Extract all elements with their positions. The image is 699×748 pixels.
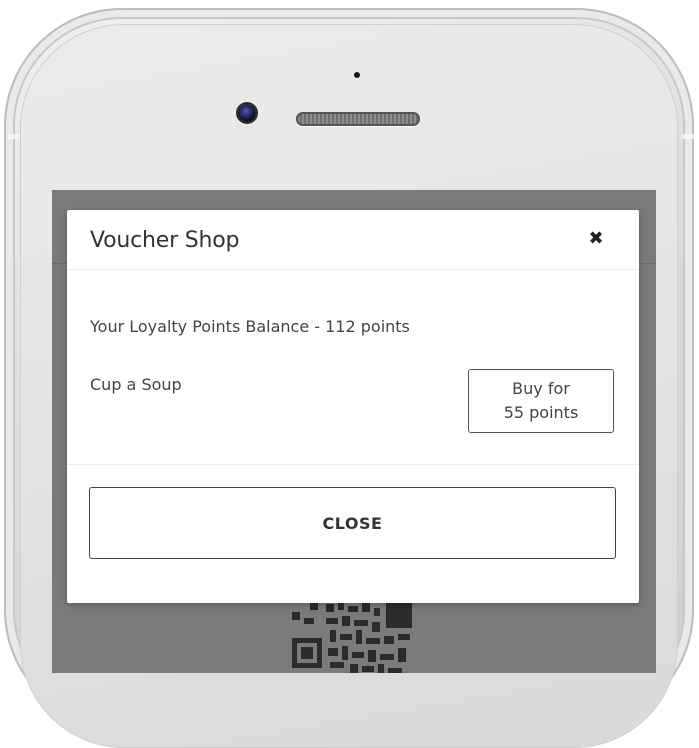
- buy-voucher-button[interactable]: Buy for 55 points: [468, 369, 614, 433]
- antenna-line-left: [8, 134, 20, 139]
- close-icon[interactable]: ✖: [587, 230, 605, 248]
- proximity-sensor-icon: [354, 72, 360, 78]
- voucher-shop-modal: Voucher Shop ✖ Your Loyalty Points Balan…: [67, 210, 639, 603]
- close-button[interactable]: CLOSE: [89, 487, 616, 559]
- antenna-line-right: [682, 134, 694, 139]
- modal-title: Voucher Shop: [90, 228, 240, 253]
- qr-code-icon: [290, 598, 418, 673]
- earpiece-speaker-icon: [296, 112, 420, 126]
- buy-button-line1: Buy for: [512, 379, 570, 398]
- close-button-label: CLOSE: [322, 513, 383, 533]
- loyalty-balance-text: Your Loyalty Points Balance - 112 points: [90, 317, 410, 336]
- modal-header: Voucher Shop ✖: [67, 210, 639, 270]
- front-camera-icon: [238, 104, 256, 122]
- buy-button-line2: 55 points: [503, 403, 579, 422]
- voucher-item-name: Cup a Soup: [90, 375, 182, 394]
- modal-footer-divider: [67, 464, 639, 465]
